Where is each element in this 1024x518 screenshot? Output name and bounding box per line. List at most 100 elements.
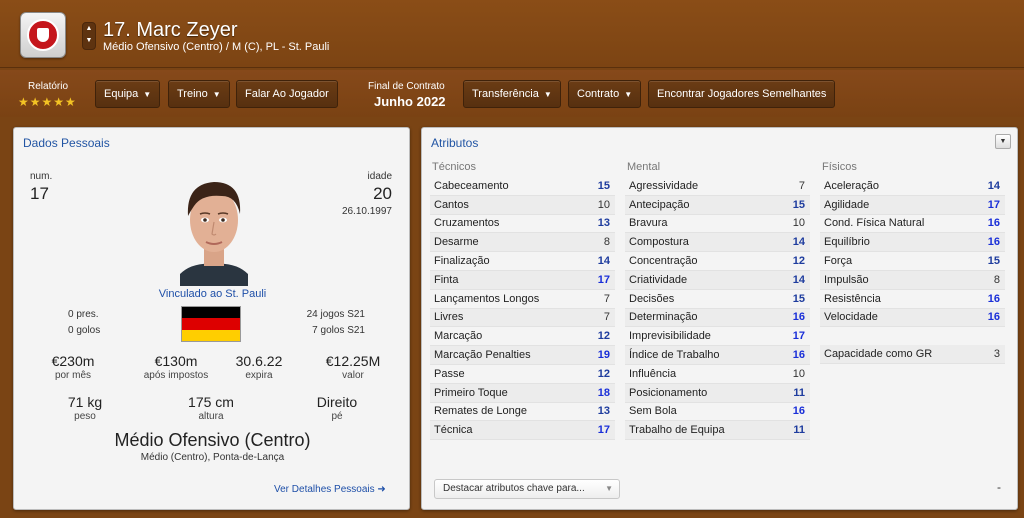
attribute-row[interactable]: Capacidade como GR 3 bbox=[820, 345, 1005, 365]
attribute-row[interactable]: Cruzamentos 13 bbox=[430, 215, 615, 234]
attribute-row[interactable]: Posicionamento 11 bbox=[625, 383, 810, 403]
attribute-value: 10 bbox=[597, 198, 610, 211]
attribute-name: Impulsão bbox=[824, 273, 869, 286]
attribute-row[interactable]: Concentração 12 bbox=[625, 252, 810, 271]
attribute-row[interactable]: Finalização 14 bbox=[430, 252, 615, 271]
attribute-row[interactable]: Desarme 8 bbox=[430, 233, 615, 253]
talk-button-label: Falar Ao Jogador bbox=[245, 88, 329, 100]
player-name: 17. Marc Zeyer bbox=[103, 19, 238, 41]
training-button[interactable]: Treino ▼ bbox=[168, 80, 230, 108]
attribute-value: 11 bbox=[793, 386, 805, 399]
attribute-row[interactable]: Livres 7 bbox=[430, 308, 615, 328]
attribute-row[interactable]: Antecipação 15 bbox=[625, 195, 810, 215]
attribute-row[interactable]: Cabeceamento 15 bbox=[430, 177, 615, 196]
attribute-row[interactable]: Determinação 16 bbox=[625, 308, 810, 328]
attribute-row[interactable]: Equilíbrio 16 bbox=[820, 233, 1005, 253]
chevron-down-icon: ▼ bbox=[605, 484, 613, 493]
attribute-row[interactable]: Decisões 15 bbox=[625, 290, 810, 309]
market-value-label: valor bbox=[342, 370, 364, 381]
secondary-positions: Médio (Centro), Ponta-de-Lança bbox=[140, 452, 285, 463]
attribute-row[interactable]: Trabalho de Equipa 11 bbox=[625, 421, 810, 441]
attribute-row[interactable]: Força 15 bbox=[820, 252, 1005, 271]
minus-icon[interactable]: - bbox=[997, 480, 1001, 494]
attribute-row[interactable]: Criatividade 14 bbox=[625, 270, 810, 290]
attribute-row[interactable]: Velocidade 16 bbox=[820, 308, 1005, 328]
attribute-row[interactable]: Remates de Longe 13 bbox=[430, 403, 615, 422]
attribute-value: 17 bbox=[987, 198, 1000, 211]
attribute-name: Cabeceamento bbox=[434, 179, 509, 192]
attribute-name: Equilíbrio bbox=[824, 236, 870, 249]
attribute-row[interactable]: Imprevisibilidade 17 bbox=[625, 327, 810, 347]
attribute-row[interactable]: Cond. Física Natural 16 bbox=[820, 215, 1005, 234]
attribute-row[interactable]: Primeiro Toque 18 bbox=[430, 383, 615, 403]
transfer-button-label: Transferência bbox=[472, 88, 539, 100]
attribute-row[interactable]: Marcação Penalties 19 bbox=[430, 346, 615, 365]
attribute-value: 7 bbox=[798, 179, 805, 192]
player-subtitle: Médio Ofensivo (Centro) / M (C), PL - St… bbox=[103, 41, 330, 53]
attribute-name: Livres bbox=[434, 311, 464, 324]
attribute-value: 16 bbox=[792, 405, 805, 418]
highlight-key-attributes-select[interactable]: Destacar atributos chave para... ▼ bbox=[434, 479, 620, 499]
find-similar-players-button[interactable]: Encontrar Jogadores Semelhantes bbox=[648, 80, 836, 108]
attribute-value: 7 bbox=[603, 292, 610, 305]
highlight-select-label: Destacar atributos chave para... bbox=[443, 483, 585, 494]
panel-menu-button[interactable]: ▼ bbox=[995, 134, 1011, 149]
attribute-row[interactable]: Influência 10 bbox=[625, 365, 810, 384]
germany-flag-icon[interactable] bbox=[181, 306, 241, 342]
attribute-row[interactable]: Bravura 10 bbox=[625, 215, 810, 234]
attribute-value: 15 bbox=[792, 198, 805, 211]
attribute-row[interactable]: Impulsão 8 bbox=[820, 270, 1005, 290]
physical-heading: Físicos bbox=[822, 161, 857, 173]
panel-title: Dados Pessoais bbox=[23, 136, 110, 150]
attribute-name: Agressividade bbox=[629, 179, 699, 192]
attribute-row[interactable]: Agilidade 17 bbox=[820, 195, 1005, 215]
club-badge-icon[interactable] bbox=[20, 12, 66, 58]
talk-to-player-button[interactable]: Falar Ao Jogador bbox=[236, 80, 338, 108]
attribute-row[interactable]: Cantos 10 bbox=[430, 195, 615, 215]
attribute-name: Aceleração bbox=[824, 179, 880, 192]
find-similar-label: Encontrar Jogadores Semelhantes bbox=[657, 88, 827, 100]
technical-heading: Técnicos bbox=[432, 161, 477, 173]
contract-button-label: Contrato bbox=[577, 88, 620, 100]
attribute-row[interactable]: Aceleração 14 bbox=[820, 177, 1005, 196]
attribute-row[interactable]: Lançamentos Longos 7 bbox=[430, 290, 615, 309]
attribute-value: 3 bbox=[993, 348, 1000, 361]
toolbar: Relatório ★★★★★ Equipa ▼ Treino ▼ Falar Ao… bbox=[0, 70, 1024, 117]
attribute-name: Concentração bbox=[629, 255, 698, 268]
attribute-name: Posicionamento bbox=[629, 386, 708, 399]
chevron-down-icon: ▼ bbox=[624, 90, 633, 99]
attribute-row[interactable]: Técnica 17 bbox=[430, 421, 615, 441]
attribute-value: 15 bbox=[792, 292, 805, 305]
attribute-row[interactable]: Índice de Trabalho 16 bbox=[625, 346, 810, 365]
squad-button[interactable]: Equipa ▼ bbox=[95, 80, 161, 108]
arrow-down-icon[interactable]: ▼ bbox=[83, 35, 95, 47]
weight-value: 71 kg bbox=[67, 394, 103, 410]
attribute-name: Lançamentos Longos bbox=[434, 292, 540, 305]
attribute-name: Finta bbox=[434, 273, 459, 286]
attribute-name: Sem Bola bbox=[629, 405, 677, 418]
attribute-name: Imprevisibilidade bbox=[629, 330, 711, 343]
contract-end-label: Final de Contrato bbox=[368, 81, 445, 92]
attribute-row[interactable]: Agressividade 7 bbox=[625, 177, 810, 196]
attribute-row[interactable]: Marcação 12 bbox=[430, 327, 615, 347]
attribute-name: Força bbox=[824, 255, 853, 268]
attribute-row[interactable]: Finta 17 bbox=[430, 270, 615, 290]
linked-club-link[interactable]: Vinculado ao St. Pauli bbox=[14, 288, 411, 300]
transfer-button[interactable]: Transferência ▼ bbox=[463, 80, 561, 108]
height-label: altura bbox=[198, 411, 224, 422]
attribute-row[interactable]: Sem Bola 16 bbox=[625, 403, 810, 422]
contract-button[interactable]: Contrato ▼ bbox=[568, 80, 642, 108]
international-caps: 0 pres. bbox=[68, 309, 99, 320]
arrow-up-icon[interactable]: ▲ bbox=[83, 23, 95, 35]
attribute-value: 11 bbox=[793, 424, 805, 437]
player-nav-arrows[interactable]: ▲ ▼ bbox=[82, 22, 96, 50]
attribute-row[interactable]: Passe 12 bbox=[430, 365, 615, 384]
attribute-value: 16 bbox=[987, 217, 1000, 230]
attribute-row[interactable]: Compostura 14 bbox=[625, 233, 810, 253]
view-personal-details-link[interactable]: Ver Detalhes Pessoais ➜ bbox=[274, 484, 386, 495]
panel-title: Atributos bbox=[431, 136, 479, 150]
flag-stripe-gold bbox=[182, 329, 240, 341]
attribute-value: 10 bbox=[792, 217, 805, 230]
attribute-row[interactable]: Resistência 16 bbox=[820, 290, 1005, 309]
attribute-value: 17 bbox=[792, 330, 805, 343]
